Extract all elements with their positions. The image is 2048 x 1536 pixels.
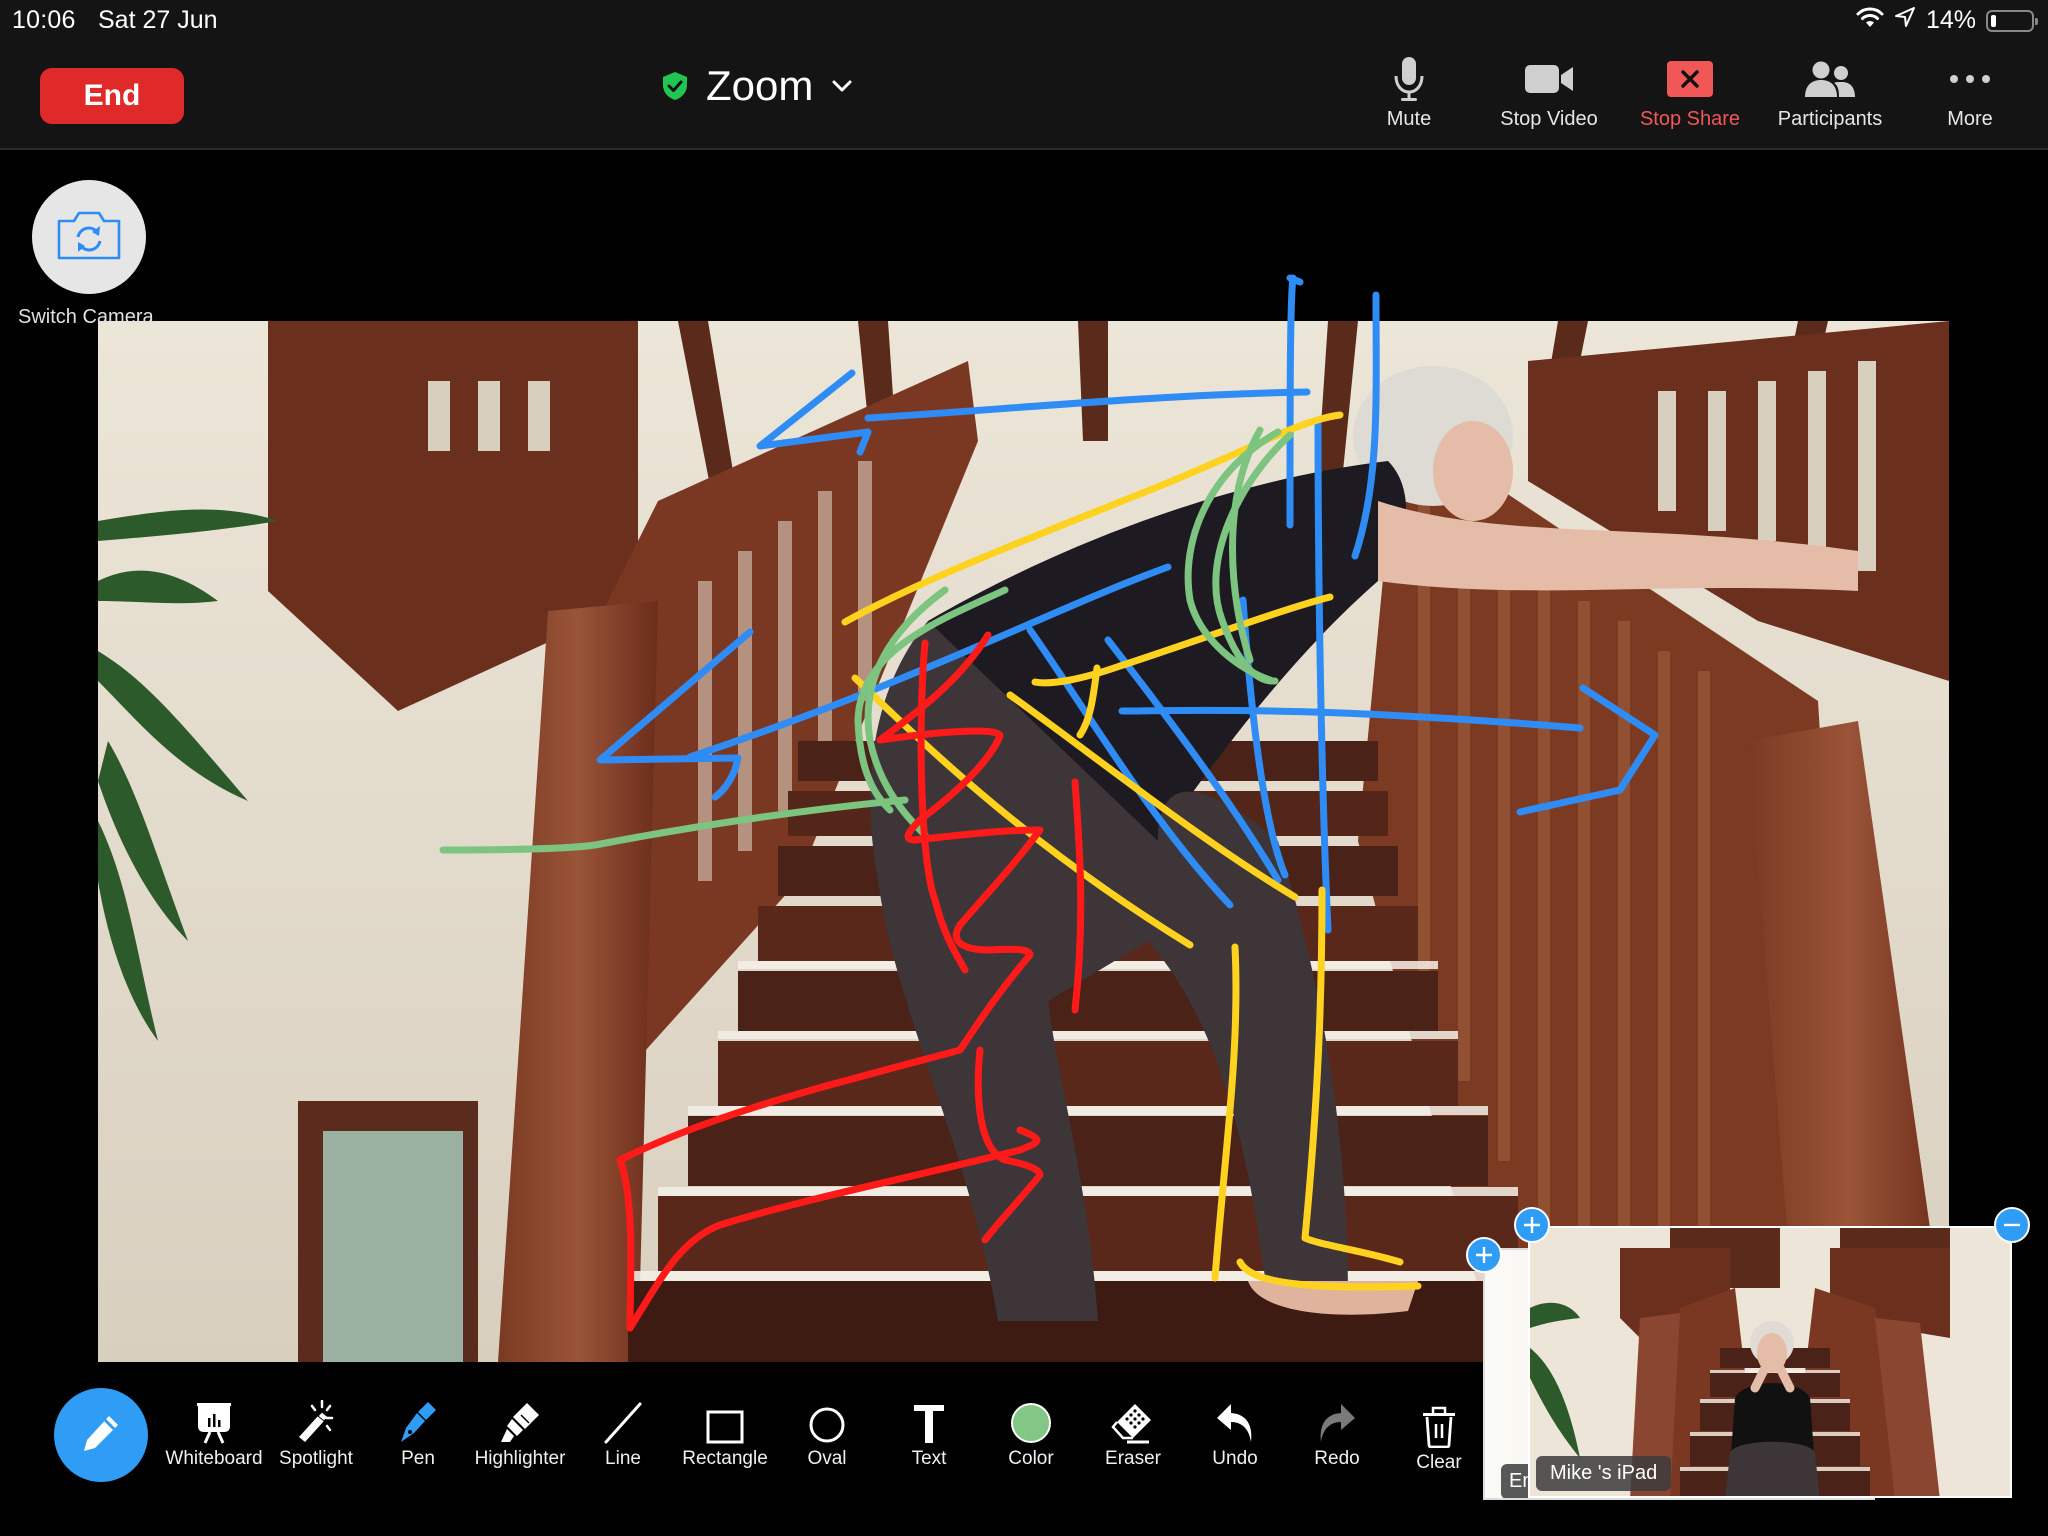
tool-rectangle[interactable]: Rectangle	[675, 1396, 775, 1470]
text-icon	[879, 1396, 979, 1444]
more-dots-icon	[1900, 56, 2040, 102]
tool-label: Whiteboard	[165, 1448, 263, 1469]
more-label: More	[1947, 108, 1993, 130]
plus-icon	[1524, 1217, 1540, 1233]
rectangle-icon	[675, 1396, 775, 1444]
camera-rotate-icon	[56, 209, 122, 266]
expand-thumbnail-button[interactable]	[1514, 1207, 1550, 1243]
tool-label: Eraser	[1105, 1448, 1161, 1469]
participant-name-tag: Mike 's iPad	[1536, 1456, 1672, 1491]
tool-label: Highlighter	[474, 1448, 566, 1469]
undo-icon	[1185, 1396, 1285, 1444]
tool-line[interactable]: Line	[573, 1396, 673, 1470]
battery-icon	[1986, 9, 2038, 32]
spotlight-wand-icon	[266, 1396, 366, 1444]
line-icon	[573, 1396, 673, 1444]
eraser-icon	[1083, 1396, 1183, 1444]
tool-pen[interactable]: Pen	[368, 1396, 468, 1470]
tool-highlighter[interactable]: Highlighter	[470, 1396, 570, 1470]
tool-color[interactable]: Color	[981, 1396, 1081, 1470]
tool-label: Line	[605, 1448, 641, 1469]
tool-redo[interactable]: Redo	[1287, 1396, 1387, 1470]
pen-icon	[368, 1396, 468, 1444]
chevron-down-icon	[831, 79, 853, 93]
microphone-icon	[1339, 56, 1479, 102]
participants-icon	[1760, 56, 1900, 102]
switch-camera-button[interactable]	[32, 180, 146, 294]
tool-text[interactable]: Text	[879, 1396, 979, 1470]
shield-check-icon	[662, 71, 688, 101]
video-scene	[98, 321, 1949, 1362]
tool-label: Clear	[1416, 1452, 1462, 1473]
top-bar: 10:06 Sat 27 Jun 14% End Zoom Mute Stop …	[0, 0, 2048, 150]
tool-label: Color	[1008, 1448, 1054, 1469]
location-arrow-icon	[1894, 6, 1916, 35]
tool-label: Pen	[401, 1448, 435, 1469]
participants-button[interactable]: Participants	[1760, 56, 1900, 136]
stop-share-icon	[1620, 56, 1760, 102]
tool-label: Spotlight	[279, 1448, 353, 1469]
tool-label: Redo	[1314, 1448, 1360, 1469]
minus-icon	[2004, 1223, 2020, 1227]
trash-icon	[1389, 1400, 1489, 1448]
video-camera-icon	[1479, 56, 1619, 102]
status-date: Sat 27 Jun	[98, 6, 218, 34]
redo-icon	[1287, 1396, 1387, 1444]
participants-label: Participants	[1777, 108, 1883, 130]
end-meeting-button[interactable]: End	[40, 68, 184, 124]
tool-label: Rectangle	[682, 1448, 768, 1469]
participant-thumbnail-mike[interactable]: Mike 's iPad	[1528, 1226, 2012, 1498]
stop-video-button[interactable]: Stop Video	[1479, 56, 1619, 136]
mute-button[interactable]: Mute	[1339, 56, 1479, 136]
oval-icon	[777, 1396, 877, 1444]
color-swatch-icon	[981, 1396, 1081, 1444]
status-indicators: 14%	[1856, 6, 2038, 35]
stop-share-button[interactable]: Stop Share	[1620, 56, 1760, 136]
shared-video-feed	[98, 321, 1949, 1362]
tool-oval[interactable]: Oval	[777, 1396, 877, 1470]
highlighter-icon	[470, 1396, 570, 1444]
battery-level	[1991, 14, 1996, 27]
stop-video-label: Stop Video	[1500, 108, 1598, 130]
more-button[interactable]: More	[1900, 56, 2040, 136]
tool-label: Text	[911, 1448, 947, 1469]
tool-eraser[interactable]: Eraser	[1083, 1396, 1183, 1470]
meeting-title-dropdown[interactable]: Zoom	[662, 62, 853, 110]
plus-icon	[1476, 1247, 1492, 1263]
expand-thumbnail-button[interactable]	[1466, 1237, 1502, 1273]
mute-label: Mute	[1386, 108, 1432, 130]
annotate-toggle-button[interactable]	[54, 1388, 148, 1482]
stop-share-label: Stop Share	[1639, 108, 1741, 130]
tool-whiteboard[interactable]: Whiteboard	[164, 1396, 264, 1470]
status-time: 10:06	[12, 6, 76, 34]
collapse-thumbnail-button[interactable]	[1994, 1207, 2030, 1243]
meeting-title: Zoom	[706, 62, 814, 109]
wifi-icon	[1856, 6, 1884, 35]
pencil-icon	[79, 1411, 123, 1460]
tool-label: Undo	[1212, 1448, 1258, 1469]
tool-undo[interactable]: Undo	[1185, 1396, 1285, 1470]
switch-camera-label: Switch Camera	[18, 306, 154, 328]
battery-percent: 14%	[1925, 6, 1976, 34]
whiteboard-icon	[164, 1396, 264, 1444]
tool-clear[interactable]: Clear	[1389, 1400, 1489, 1474]
tool-spotlight[interactable]: Spotlight	[266, 1396, 366, 1470]
tool-label: Oval	[807, 1448, 847, 1469]
